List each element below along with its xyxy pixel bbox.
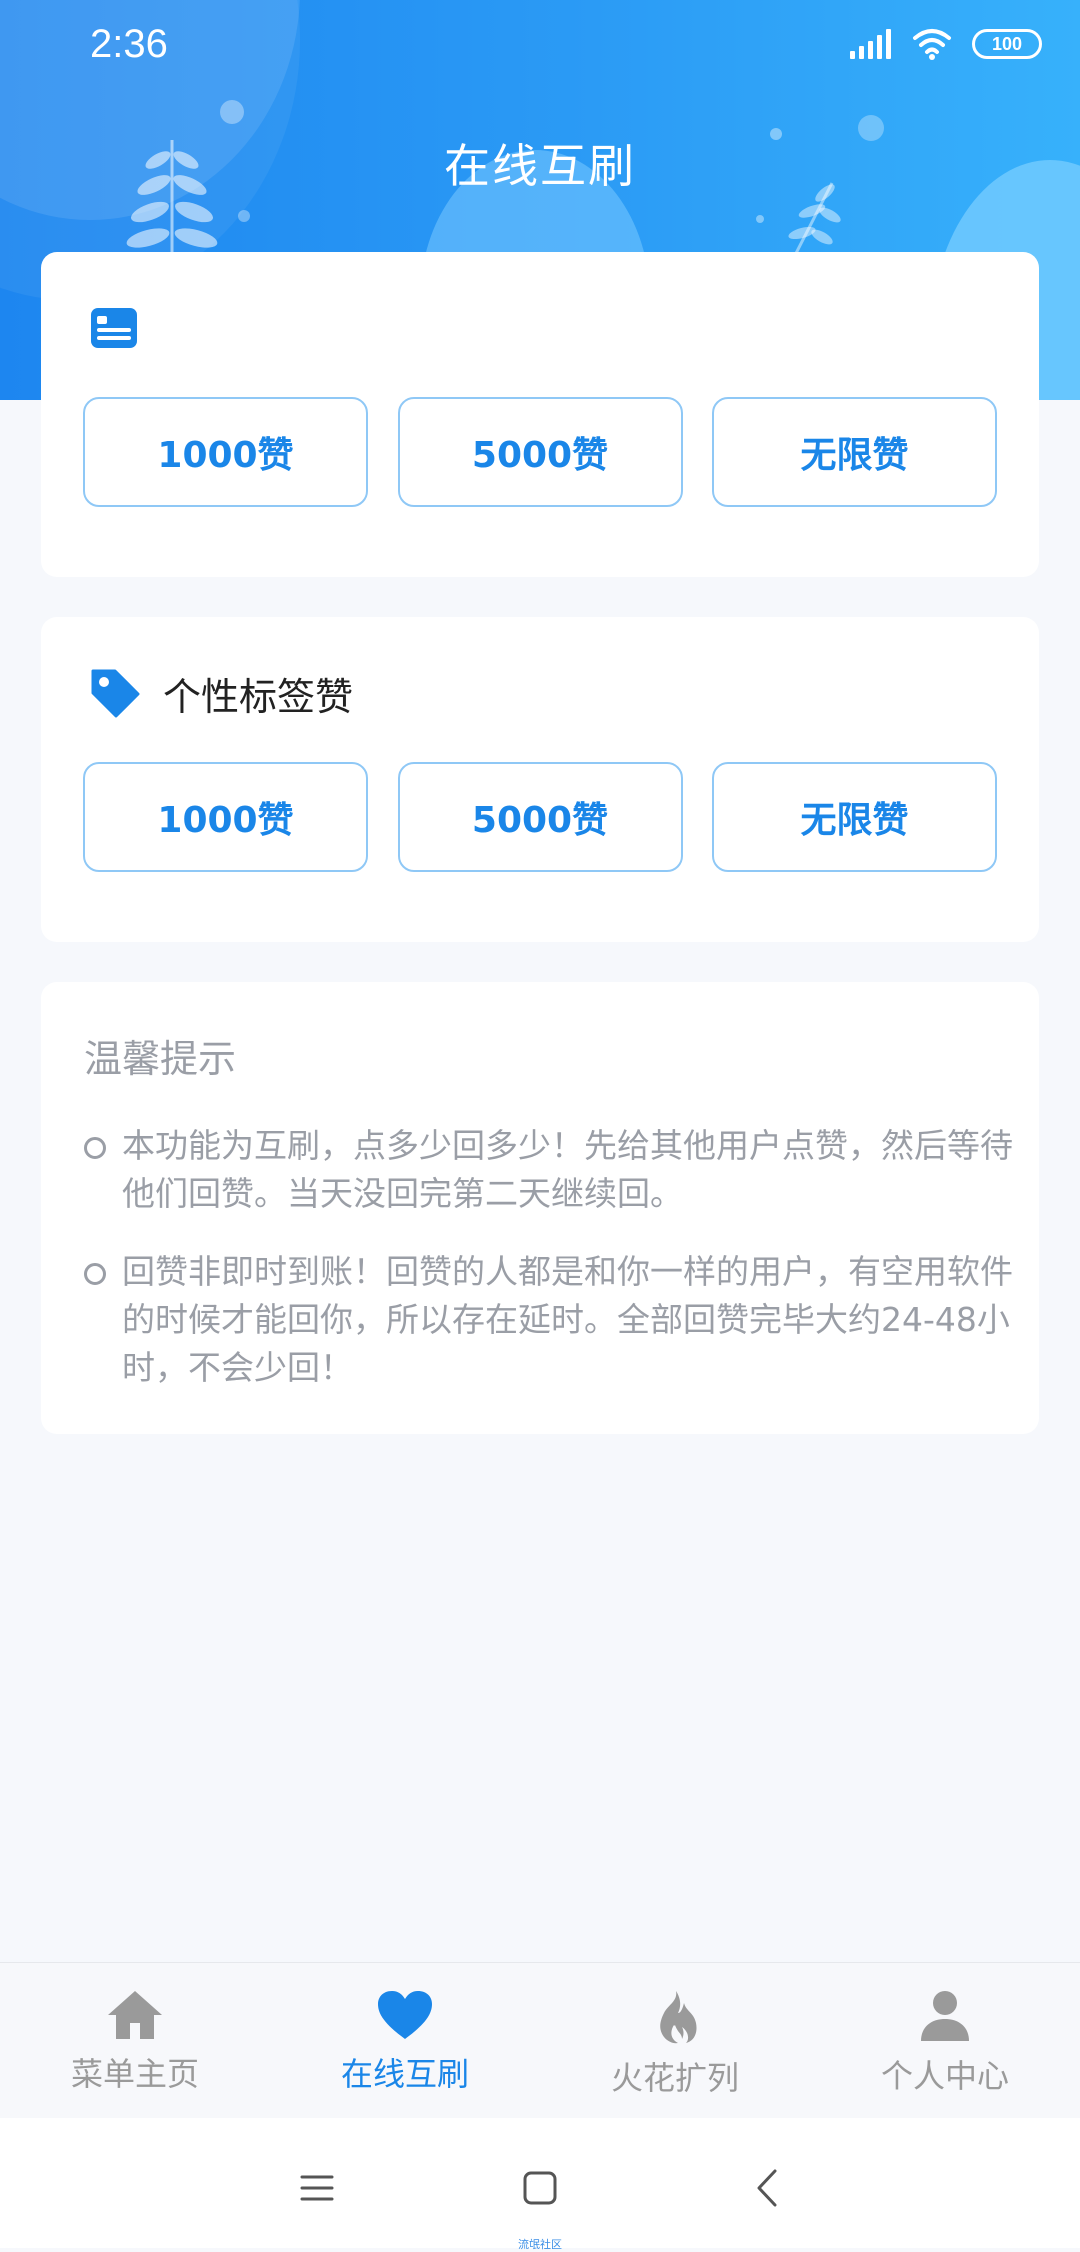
battery-indicator: 100 <box>972 29 1042 59</box>
decor-bubble <box>756 215 764 223</box>
system-nav-bar: 流氓社区 <box>0 2118 1080 2251</box>
tip-text: 本功能为互刷，点多少回多少！先给其他用户点赞，然后等待他们回赞。当天没回完第二天… <box>122 1126 1013 1213</box>
signal-icon <box>850 29 891 59</box>
tag-likes-card-header: 个性标签赞 <box>89 665 353 721</box>
nav-item-profile[interactable]: 个人中心 <box>810 1963 1080 2118</box>
nav-label-profile: 个人中心 <box>880 2057 1009 2095</box>
nav-label-spark: 火花扩列 <box>610 2059 739 2097</box>
bottom-nav: 菜单主页 在线互刷 火花扩列 个人中心 <box>0 1962 1080 2118</box>
home-icon <box>108 1991 162 2039</box>
likes-1000-button[interactable]: 1000赞 <box>83 397 368 507</box>
square-icon <box>523 2171 557 2205</box>
likes-5000-button[interactable]: 5000赞 <box>397 397 683 507</box>
home-button[interactable] <box>510 2158 570 2218</box>
tag-likes-unlimited-button[interactable]: 无限赞 <box>712 762 997 872</box>
tag-likes-card: 个性标签赞 1000赞 5000赞 无限赞 <box>41 617 1039 942</box>
status-icons: 100 <box>850 28 1042 60</box>
heart-icon <box>378 1991 432 2039</box>
status-bar: 2:36 100 <box>0 0 1080 100</box>
likes-button-row: 1000赞 5000赞 无限赞 <box>83 397 997 507</box>
bullet-circle-icon <box>84 1137 106 1159</box>
person-icon <box>921 1991 969 2041</box>
tips-list: 本功能为互刷，点多少回多少！先给其他用户点赞，然后等待他们回赞。当天没回完第二天… <box>84 1122 1014 1422</box>
back-button[interactable] <box>737 2158 797 2218</box>
tag-likes-title: 个性标签赞 <box>163 674 354 719</box>
nav-item-online-swap[interactable]: 在线互刷 <box>270 1963 540 2118</box>
nav-item-home[interactable]: 菜单主页 <box>0 1963 270 2118</box>
tip-item: 本功能为互刷，点多少回多少！先给其他用户点赞，然后等待他们回赞。当天没回完第二天… <box>84 1122 1014 1218</box>
likes-card: 1000赞 5000赞 无限赞 <box>41 252 1039 577</box>
wifi-icon <box>913 29 951 60</box>
nav-item-spark[interactable]: 火花扩列 <box>540 1963 810 2118</box>
page-title: 在线互刷 <box>444 139 636 193</box>
likes-unlimited-button[interactable]: 无限赞 <box>712 397 997 507</box>
likes-card-header <box>89 300 139 356</box>
nav-label-home: 菜单主页 <box>70 2055 199 2093</box>
tips-card: 温馨提示 本功能为互刷，点多少回多少！先给其他用户点赞，然后等待他们回赞。当天没… <box>41 982 1039 1434</box>
tag-likes-1000-button[interactable]: 1000赞 <box>83 762 368 872</box>
nav-label-online-swap: 在线互刷 <box>340 2055 469 2093</box>
tip-text: 回赞非即时到账！回赞的人都是和你一样的用户，有空用软件的时候才能回你，所以存在延… <box>122 1252 1013 1387</box>
status-time: 2:36 <box>90 22 168 66</box>
decor-bubble <box>220 100 244 124</box>
profile-card-icon <box>91 308 137 348</box>
watermark: 流氓社区 <box>518 2238 562 2251</box>
bullet-circle-icon <box>84 1263 106 1285</box>
flame-icon <box>660 1991 697 2044</box>
decor-bubble <box>238 210 250 222</box>
tag-likes-5000-button[interactable]: 5000赞 <box>397 762 683 872</box>
menu-lines-icon <box>300 2175 334 2201</box>
tag-likes-button-row: 1000赞 5000赞 无限赞 <box>83 762 997 872</box>
tag-icon <box>91 669 140 718</box>
menu-button[interactable] <box>287 2158 347 2218</box>
chevron-left-icon <box>757 2169 777 2207</box>
tip-item: 回赞非即时到账！回赞的人都是和你一样的用户，有空用软件的时候才能回你，所以存在延… <box>84 1248 1014 1392</box>
tips-title: 温馨提示 <box>84 1037 237 1081</box>
